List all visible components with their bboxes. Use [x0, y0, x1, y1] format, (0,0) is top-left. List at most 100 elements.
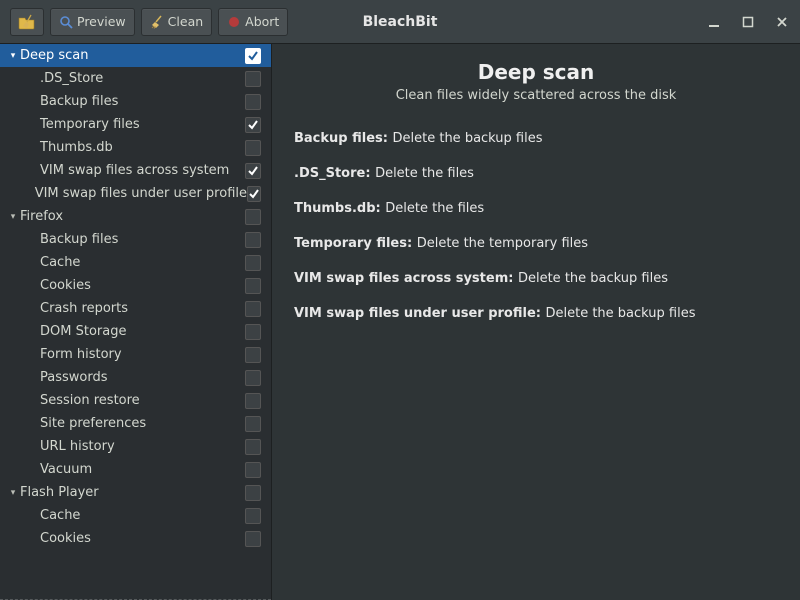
- checkbox[interactable]: [245, 347, 261, 363]
- tree-group-label: Deep scan: [20, 48, 245, 63]
- tree-item[interactable]: Thumbs.db: [0, 136, 271, 159]
- checkbox[interactable]: [245, 94, 261, 110]
- checkbox[interactable]: [245, 439, 261, 455]
- checkbox[interactable]: [245, 232, 261, 248]
- description-text: Delete the backup files: [518, 271, 668, 286]
- description-line: Backup files: Delete the backup files: [294, 131, 778, 146]
- checkbox[interactable]: [245, 140, 261, 156]
- maximize-button[interactable]: [740, 14, 756, 30]
- minimize-button[interactable]: [706, 14, 722, 30]
- tree-item[interactable]: Backup files: [0, 90, 271, 113]
- checkbox[interactable]: [245, 324, 261, 340]
- tree-item[interactable]: URL history: [0, 435, 271, 458]
- tree-item-label: Site preferences: [40, 416, 245, 431]
- tree-item-label: Backup files: [40, 232, 245, 247]
- chevron-down-icon[interactable]: ▾: [6, 212, 20, 222]
- tree-item-label: Backup files: [40, 94, 245, 109]
- description-label: Temporary files:: [294, 236, 417, 251]
- tree-item-label: Thumbs.db: [40, 140, 245, 155]
- description-line: Thumbs.db: Delete the files: [294, 201, 778, 216]
- tree-item[interactable]: Cookies: [0, 527, 271, 550]
- detail-subtitle: Clean files widely scattered across the …: [294, 88, 778, 103]
- tree-item-label: Form history: [40, 347, 245, 362]
- titlebar: Preview Clean Abort BleachBit: [0, 0, 800, 44]
- search-icon: [59, 15, 73, 29]
- description-text: Delete the files: [385, 201, 484, 216]
- checkbox[interactable]: [245, 462, 261, 478]
- window-controls: [706, 14, 790, 30]
- preview-button[interactable]: Preview: [50, 8, 135, 36]
- tree-item-label: Cookies: [40, 278, 245, 293]
- tree-item[interactable]: Cache: [0, 251, 271, 274]
- tree-item[interactable]: Form history: [0, 343, 271, 366]
- description-label: Backup files:: [294, 131, 393, 146]
- detail-title: Deep scan: [294, 60, 778, 84]
- checkbox[interactable]: [245, 278, 261, 294]
- tree-group-label: Flash Player: [20, 485, 245, 500]
- tree-item[interactable]: Crash reports: [0, 297, 271, 320]
- detail-descriptions: Backup files: Delete the backup files .DS…: [294, 131, 778, 321]
- clean-button[interactable]: Clean: [141, 8, 212, 36]
- checkbox[interactable]: [245, 393, 261, 409]
- description-text: Delete the backup files: [545, 306, 695, 321]
- checkbox[interactable]: [245, 370, 261, 386]
- checkbox[interactable]: [245, 117, 261, 133]
- tree-group-label: Firefox: [20, 209, 245, 224]
- broom-icon: [150, 15, 164, 29]
- tree-item[interactable]: Cache: [0, 504, 271, 527]
- content: ▾Deep scan.DS_StoreBackup filesTemporary…: [0, 44, 800, 600]
- cleaner-tree[interactable]: ▾Deep scan.DS_StoreBackup filesTemporary…: [0, 44, 272, 600]
- tree-item-label: Crash reports: [40, 301, 245, 316]
- checkbox[interactable]: [245, 209, 261, 225]
- tree-item[interactable]: Site preferences: [0, 412, 271, 435]
- tree-item[interactable]: Session restore: [0, 389, 271, 412]
- description-line: VIM swap files across system: Delete the…: [294, 271, 778, 286]
- tree-item[interactable]: Temporary files: [0, 113, 271, 136]
- checkbox[interactable]: [245, 48, 261, 64]
- tree-item[interactable]: Cookies: [0, 274, 271, 297]
- checkbox[interactable]: [245, 163, 261, 179]
- checkbox[interactable]: [245, 531, 261, 547]
- description-line: .DS_Store: Delete the files: [294, 166, 778, 181]
- checkbox[interactable]: [245, 255, 261, 271]
- tree-item[interactable]: VIM swap files under user profile: [0, 182, 271, 205]
- tree-item-label: VIM swap files under user profile: [35, 186, 247, 201]
- tree-item[interactable]: VIM swap files across system: [0, 159, 271, 182]
- tree-item-label: DOM Storage: [40, 324, 245, 339]
- tree-item[interactable]: Vacuum: [0, 458, 271, 481]
- tree-item[interactable]: DOM Storage: [0, 320, 271, 343]
- tree-item[interactable]: Passwords: [0, 366, 271, 389]
- tree-item-label: Temporary files: [40, 117, 245, 132]
- tree-item[interactable]: .DS_Store: [0, 67, 271, 90]
- checkbox[interactable]: [245, 485, 261, 501]
- toolbar: Preview Clean Abort: [10, 8, 288, 36]
- checkbox[interactable]: [245, 508, 261, 524]
- checkbox[interactable]: [247, 186, 261, 202]
- preview-label: Preview: [77, 14, 126, 29]
- description-label: VIM swap files under user profile:: [294, 306, 545, 321]
- close-button[interactable]: [774, 14, 790, 30]
- checkbox[interactable]: [245, 301, 261, 317]
- chevron-down-icon[interactable]: ▾: [6, 488, 20, 498]
- tree-group[interactable]: ▾Deep scan: [0, 44, 271, 67]
- description-text: Delete the backup files: [393, 131, 543, 146]
- tree-group[interactable]: ▾Firefox: [0, 205, 271, 228]
- tree-item-label: Cookies: [40, 531, 245, 546]
- tree-item-label: Session restore: [40, 393, 245, 408]
- folder-broom-icon: [18, 14, 36, 30]
- description-label: .DS_Store:: [294, 166, 375, 181]
- checkbox[interactable]: [245, 416, 261, 432]
- clean-label: Clean: [168, 14, 203, 29]
- tree-item-label: .DS_Store: [40, 71, 245, 86]
- tree-item-label: Vacuum: [40, 462, 245, 477]
- tree-item-label: URL history: [40, 439, 245, 454]
- abort-button[interactable]: Abort: [218, 8, 288, 36]
- app-menu-button[interactable]: [10, 8, 44, 36]
- chevron-down-icon[interactable]: ▾: [6, 51, 20, 61]
- checkbox[interactable]: [245, 71, 261, 87]
- abort-label: Abort: [245, 14, 279, 29]
- record-icon: [227, 15, 241, 29]
- tree-group[interactable]: ▾Flash Player: [0, 481, 271, 504]
- description-line: Temporary files: Delete the temporary fi…: [294, 236, 778, 251]
- tree-item[interactable]: Backup files: [0, 228, 271, 251]
